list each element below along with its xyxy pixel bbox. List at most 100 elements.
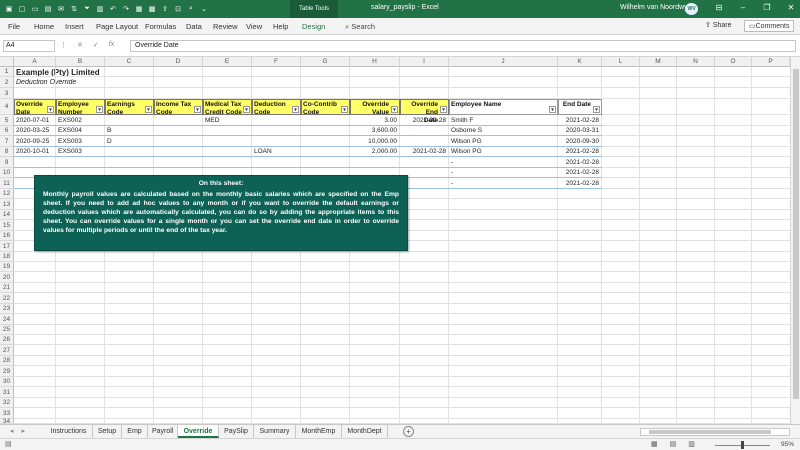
sheet-tab-monthdept[interactable]: MonthDept [342,425,388,438]
row-header-19[interactable]: 19 [0,262,14,272]
tab-review[interactable]: Review [213,22,238,31]
filter-dropdown-icon[interactable]: ▾ [391,106,398,113]
minimize-icon[interactable]: – [738,3,748,12]
column-header-n[interactable]: N [677,57,715,67]
row-header-29[interactable]: 29 [0,366,14,377]
insert-function-icon[interactable]: fx [109,41,114,49]
row-header-7[interactable]: 7 [0,136,14,147]
tab-file[interactable]: File [8,22,20,31]
print-preview-icon[interactable]: ▤ [43,3,53,14]
table-header-cell[interactable]: Medical Tax Credit Code ▾ [203,99,252,116]
tab-home[interactable]: Home [34,22,54,31]
table-header-cell[interactable]: Earnings Code ▾ [105,99,154,116]
column-header-h[interactable]: H [350,57,400,67]
tab-formulas[interactable]: Formulas [145,22,176,31]
grid-icon[interactable]: ▩ [147,3,157,14]
save-icon[interactable]: ▣ [4,3,14,14]
row-header-32[interactable]: 32 [0,398,14,408]
column-header-k[interactable]: K [558,57,602,67]
close-icon[interactable]: ✕ [786,3,796,12]
column-header-d[interactable]: D [154,57,203,67]
sheet-tab-emp[interactable]: Emp [122,425,148,438]
row-header-26[interactable]: 26 [0,335,14,345]
row-header-5[interactable]: 5 [0,115,14,126]
table-header-cell[interactable]: Co-Contrib Code ▾ [301,99,350,116]
row-header-3[interactable]: 3 [0,88,14,99]
row-header-22[interactable]: 22 [0,293,14,304]
filter-dropdown-icon[interactable]: ▾ [243,106,250,113]
more-icon[interactable]: ⋮ [60,41,67,49]
email-icon[interactable]: ✉ [56,3,66,14]
vertical-scrollbar[interactable] [790,57,800,424]
row-header-13[interactable]: 13 [0,199,14,210]
row-header-31[interactable]: 31 [0,387,14,398]
filter-dropdown-icon[interactable]: ▾ [47,106,54,113]
tab-help[interactable]: Help [273,22,288,31]
column-header-c[interactable]: C [105,57,154,67]
column-header-e[interactable]: E [203,57,252,67]
row-header-14[interactable]: 14 [0,210,14,220]
vertical-scroll-thumb[interactable] [793,69,799,399]
row-header-1[interactable]: 1 [0,67,14,77]
undo-icon[interactable]: ↶ [108,3,118,14]
table-header-cell[interactable]: Override Value ▾ [350,99,400,116]
column-header-i[interactable]: I [400,57,449,67]
sort-icon[interactable]: ⇅ [69,3,79,14]
column-header-p[interactable]: P [752,57,790,67]
tab-insert[interactable]: Insert [65,22,84,31]
column-header-j[interactable]: J [449,57,558,67]
ribbon-display-icon[interactable]: ⊟ [714,3,724,12]
zoom-level[interactable]: 95% [781,441,794,448]
add-sheet-button[interactable]: + [403,426,414,437]
filter-dropdown-icon[interactable]: ▾ [341,106,348,113]
restore-icon[interactable]: ❐ [762,3,772,12]
row-header-9[interactable]: 9 [0,157,14,168]
avatar[interactable]: WV [685,3,698,15]
row-header-11[interactable]: 11 [0,178,14,189]
filter-dropdown-icon[interactable]: ▾ [194,106,201,113]
table-header-cell[interactable]: Override End Date ▾ [400,99,449,124]
table-header-cell[interactable]: Income Tax Code ▾ [154,99,203,116]
column-header-a[interactable]: A [14,57,56,67]
macro-record-icon[interactable]: ▤ [5,440,12,448]
sheet-tab-payslip[interactable]: PaySlip [219,425,254,438]
filter-dropdown-icon[interactable]: ▾ [292,106,299,113]
user-name[interactable]: Wilhelm van Noordwyk [620,4,691,11]
column-header-g[interactable]: G [301,57,350,67]
sheet-tab-setup[interactable]: Setup [93,425,122,438]
row-header-24[interactable]: 24 [0,314,14,325]
lock-icon[interactable]: ⊡ [173,3,183,14]
filter-dropdown-icon[interactable]: ▾ [145,106,152,113]
row-header-18[interactable]: 18 [0,252,14,262]
table-header-cell[interactable]: Employee Name ▾ [449,99,558,115]
tab-page-layout[interactable]: Page Layout [96,22,138,31]
tab-data[interactable]: Data [186,22,202,31]
name-box[interactable]: A4 [3,40,55,52]
column-header-f[interactable]: F [252,57,301,67]
tab-design[interactable]: Design [302,22,325,31]
filter-icon[interactable]: ⏷ [82,3,92,14]
row-header-23[interactable]: 23 [0,304,14,314]
filter-dropdown-icon[interactable]: ▾ [593,106,600,113]
row-header-20[interactable]: 20 [0,272,14,283]
new-file-icon[interactable]: ▢ [17,3,27,14]
previous-sheet-icon[interactable]: ◂ [10,427,14,435]
sheet-tab-payroll[interactable]: Payroll [148,425,178,438]
sheet-tab-override[interactable]: Override [178,425,219,438]
column-header-o[interactable]: O [715,57,752,67]
page-break-view-icon[interactable]: ▥ [688,440,695,448]
row-header-2[interactable]: 2 [0,77,14,88]
tab-view[interactable]: View [246,22,262,31]
horizontal-scroll-thumb[interactable] [649,430,771,434]
open-folder-icon[interactable]: ▭ [30,3,40,14]
next-sheet-icon[interactable]: ▸ [22,427,26,435]
row-header-16[interactable]: 16 [0,231,14,241]
horizontal-scrollbar[interactable] [640,428,790,436]
enter-icon[interactable]: ✓ [93,41,99,49]
search-box[interactable]: ⌕ Search [345,22,375,32]
redo-icon[interactable]: ↷ [121,3,131,14]
cancel-icon[interactable]: ✕ [77,41,83,49]
row-header-4[interactable]: 4 [0,99,14,115]
table-header-cell[interactable]: Employee Number ▾ [56,99,105,116]
table-header-cell[interactable]: End Date ▾ [558,99,602,115]
